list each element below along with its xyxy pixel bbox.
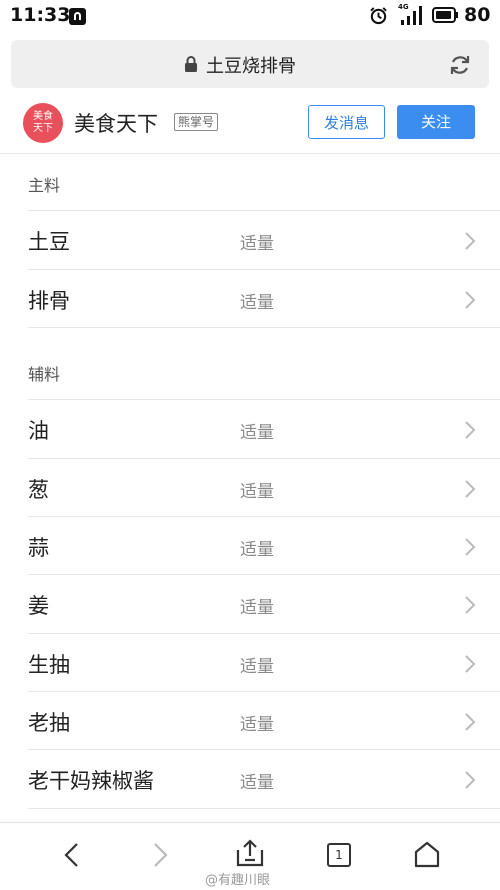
chevron-right-icon: [465, 232, 476, 250]
chevron-right-icon: [465, 771, 476, 789]
ingredient-name: 排骨: [28, 289, 70, 313]
section-title-secondary: 辅料: [28, 365, 61, 384]
back-icon[interactable]: [62, 842, 82, 868]
battery-icon: [432, 7, 458, 23]
lock-icon: [185, 56, 197, 72]
ingredient-amount: 适量: [240, 598, 274, 618]
section-title-main: 主料: [28, 176, 61, 195]
chevron-right-icon: [465, 291, 476, 309]
ingredient-row[interactable]: 老干妈辣椒酱 适量: [0, 750, 500, 808]
divider: [28, 808, 500, 809]
ingredient-row[interactable]: 老抽 适量: [0, 692, 500, 750]
home-icon[interactable]: [413, 840, 441, 868]
message-button[interactable]: 发消息: [308, 105, 385, 139]
status-bar: 11:33 4G 80: [0, 0, 500, 32]
notification-icon: [69, 8, 86, 25]
ingredient-amount: 适量: [240, 482, 274, 502]
ingredient-amount: 适量: [240, 293, 274, 313]
status-time: 11:33: [10, 4, 71, 26]
ingredient-name: 老干妈辣椒酱: [28, 769, 154, 793]
watermark: @有趣川眼: [205, 873, 271, 888]
ingredient-amount: 适量: [240, 423, 274, 443]
divider: [28, 327, 500, 328]
chevron-right-icon: [465, 596, 476, 614]
signal-icon: [401, 6, 422, 25]
chevron-right-icon: [465, 538, 476, 556]
ingredient-name: 姜: [28, 594, 49, 618]
ingredient-amount: 适量: [240, 234, 274, 254]
ingredient-name: 油: [28, 419, 49, 443]
ingredient-row[interactable]: 油 适量: [0, 400, 500, 458]
ingredient-row[interactable]: 土豆 适量: [0, 211, 500, 269]
share-icon[interactable]: [235, 838, 265, 868]
chevron-right-icon: [465, 713, 476, 731]
page-title: 土豆烧排骨: [206, 56, 296, 77]
ingredient-amount: 适量: [240, 773, 274, 793]
account-name[interactable]: 美食天下: [74, 108, 158, 138]
forward-icon[interactable]: [150, 842, 170, 868]
alarm-icon: [370, 7, 387, 25]
ingredient-name: 老抽: [28, 711, 70, 735]
follow-button[interactable]: 关注: [397, 105, 475, 139]
ingredient-row[interactable]: 葱 适量: [0, 459, 500, 517]
ingredient-row[interactable]: 生抽 适量: [0, 634, 500, 692]
ingredient-name: 葱: [28, 478, 49, 502]
ingredient-row[interactable]: 蒜 适量: [0, 517, 500, 575]
ingredient-amount: 适量: [240, 540, 274, 560]
chevron-right-icon: [465, 655, 476, 673]
ingredient-name: 土豆: [28, 230, 70, 254]
ingredient-name: 生抽: [28, 653, 70, 677]
ingredient-amount: 适量: [240, 715, 274, 735]
tabs-button[interactable]: 1: [327, 843, 351, 867]
ingredient-amount: 适量: [240, 657, 274, 677]
account-tag: 熊掌号: [174, 113, 219, 131]
battery-level: 80: [464, 4, 491, 26]
chevron-right-icon: [465, 421, 476, 439]
ingredient-row[interactable]: 排骨 适量: [0, 270, 500, 328]
ingredient-row[interactable]: 姜 适量: [0, 575, 500, 633]
avatar[interactable]: 美食 天下: [23, 103, 63, 143]
chevron-right-icon: [465, 480, 476, 498]
ingredient-name: 蒜: [28, 536, 49, 560]
refresh-icon[interactable]: [448, 53, 472, 77]
